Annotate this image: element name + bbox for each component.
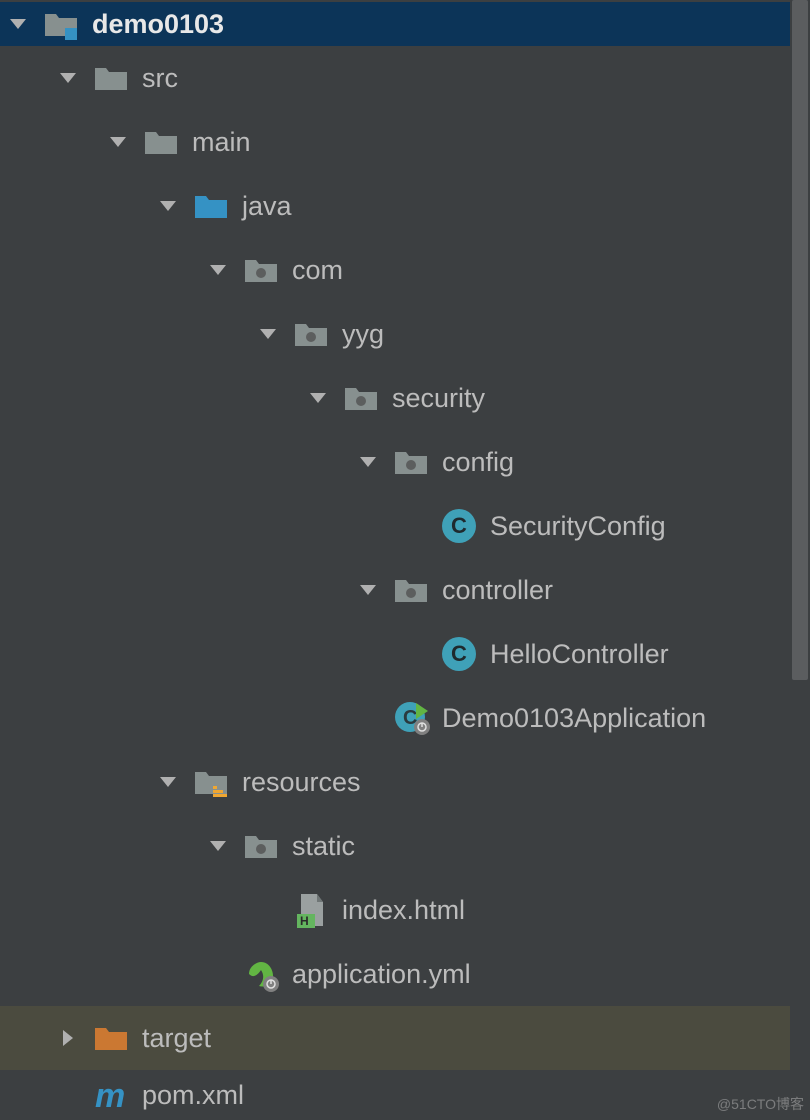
node-label: demo0103 [92, 11, 224, 38]
html-file-icon [292, 891, 330, 929]
project-tree: demo0103 src main java com yyg [0, 0, 810, 1120]
package-icon [242, 251, 280, 289]
chevron-down-icon[interactable] [4, 10, 32, 38]
chevron-down-icon[interactable] [154, 192, 182, 220]
tree-node-src[interactable]: src [0, 46, 810, 110]
package-icon [242, 827, 280, 865]
node-label: index.html [342, 897, 465, 924]
tree-node-hello-controller[interactable]: C HelloController [0, 622, 810, 686]
node-label: yyg [342, 321, 384, 348]
package-icon [342, 379, 380, 417]
tree-node-pom-xml[interactable]: pom.xml [0, 1070, 810, 1120]
node-label: config [442, 449, 514, 476]
tree-node-demo-app[interactable]: Demo0103Application [0, 686, 810, 750]
package-icon [292, 315, 330, 353]
folder-icon [92, 59, 130, 97]
tree-node-target[interactable]: target [0, 1006, 810, 1070]
node-label: target [142, 1025, 211, 1052]
chevron-down-icon[interactable] [54, 64, 82, 92]
tree-node-index-html[interactable]: index.html [0, 878, 810, 942]
tree-node-security[interactable]: security [0, 366, 810, 430]
class-icon: C [442, 637, 476, 671]
vertical-scrollbar[interactable] [790, 0, 810, 1118]
tree-node-security-config[interactable]: C SecurityConfig [0, 494, 810, 558]
folder-icon [142, 123, 180, 161]
package-icon [392, 571, 430, 609]
chevron-down-icon[interactable] [254, 320, 282, 348]
node-label: java [242, 193, 292, 220]
resources-folder-icon [192, 763, 230, 801]
source-folder-icon [192, 187, 230, 225]
tree-node-com[interactable]: com [0, 238, 810, 302]
excluded-folder-icon [92, 1019, 130, 1057]
node-label: resources [242, 769, 361, 796]
node-label: pom.xml [142, 1082, 244, 1109]
node-label: HelloController [490, 641, 669, 668]
chevron-down-icon[interactable] [154, 768, 182, 796]
node-label: security [392, 385, 485, 412]
chevron-down-icon[interactable] [354, 576, 382, 604]
node-label: static [292, 833, 355, 860]
tree-node-root[interactable]: demo0103 [0, 2, 810, 46]
chevron-down-icon[interactable] [204, 832, 232, 860]
node-label: application.yml [292, 961, 471, 988]
node-label: src [142, 65, 178, 92]
chevron-down-icon[interactable] [104, 128, 132, 156]
tree-node-resources[interactable]: resources [0, 750, 810, 814]
watermark: @51CTO博客 [717, 1094, 804, 1114]
package-icon [392, 443, 430, 481]
scrollbar-thumb[interactable] [792, 0, 808, 680]
node-label: main [192, 129, 251, 156]
maven-icon [92, 1076, 130, 1114]
class-icon: C [442, 509, 476, 543]
tree-node-java[interactable]: java [0, 174, 810, 238]
tree-node-static[interactable]: static [0, 814, 810, 878]
tree-node-yyg[interactable]: yyg [0, 302, 810, 366]
node-label: com [292, 257, 343, 284]
tree-node-main[interactable]: main [0, 110, 810, 174]
node-label: SecurityConfig [490, 513, 666, 540]
chevron-down-icon[interactable] [354, 448, 382, 476]
spring-boot-run-icon [392, 699, 430, 737]
chevron-right-icon[interactable] [54, 1024, 82, 1052]
node-label: controller [442, 577, 553, 604]
tree-node-application-yml[interactable]: application.yml [0, 942, 810, 1006]
node-label: Demo0103Application [442, 705, 706, 732]
chevron-down-icon[interactable] [204, 256, 232, 284]
spring-config-icon [242, 955, 280, 993]
module-icon [42, 5, 80, 43]
tree-node-controller[interactable]: controller [0, 558, 810, 622]
tree-node-config[interactable]: config [0, 430, 810, 494]
chevron-down-icon[interactable] [304, 384, 332, 412]
